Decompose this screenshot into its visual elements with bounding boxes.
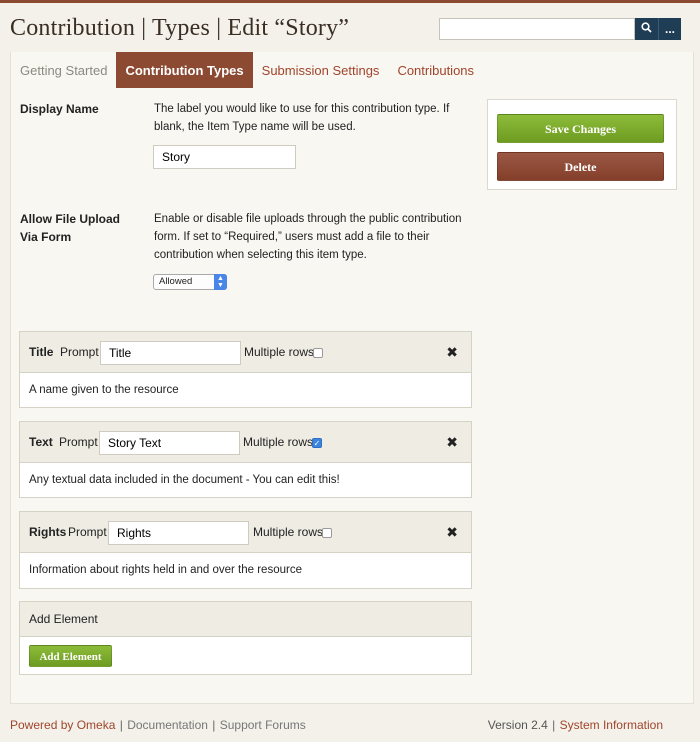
remove-element-icon[interactable]: ✖ (446, 422, 458, 463)
prompt-input[interactable] (100, 341, 241, 365)
multiple-rows-label: Multiple rows (244, 345, 315, 359)
powered-by-omeka-link[interactable]: Powered by Omeka (10, 718, 115, 732)
prompt-label: Prompt (60, 345, 99, 359)
select-arrows-icon: ▲ ▼ (214, 274, 227, 290)
delete-button[interactable]: Delete (497, 152, 664, 181)
support-forums-link[interactable]: Support Forums (220, 718, 306, 732)
multiple-rows-checkbox[interactable] (322, 528, 332, 538)
multiple-rows-label: Multiple rows (243, 435, 314, 449)
multiple-rows-checkbox[interactable] (313, 348, 323, 358)
search-input[interactable] (439, 18, 635, 40)
element-card-title: Title Prompt Multiple rows ✖ A name give… (19, 331, 472, 408)
add-element-card: Add Element Add Element (19, 601, 472, 675)
save-panel: Save Changes Delete (487, 99, 677, 190)
element-name: Rights (29, 525, 67, 539)
section-tabs: Getting Started Contribution Types Submi… (11, 52, 483, 88)
multiple-rows-label: Multiple rows (253, 525, 324, 539)
add-element-header: Add Element (20, 602, 471, 637)
header: Contribution | Types | Edit “Story” ... (0, 0, 700, 55)
element-name: Text (29, 435, 53, 449)
file-upload-description: Enable or disable file uploads through t… (154, 213, 462, 261)
version-text: Version 2.4 (487, 718, 548, 732)
file-upload-select[interactable]: Allowed ▲ ▼ (153, 274, 227, 290)
prompt-input[interactable] (99, 431, 240, 455)
display-name-description: The label you would like to use for this… (154, 103, 450, 133)
search-icon (641, 22, 652, 36)
tab-submission-settings[interactable]: Submission Settings (253, 52, 389, 88)
tab-contributions[interactable]: Contributions (388, 52, 483, 88)
remove-element-icon[interactable]: ✖ (446, 512, 458, 553)
search-bar: ... (439, 18, 681, 40)
advanced-search-button[interactable]: ... (658, 18, 681, 40)
element-description: Information about rights held in and ove… (29, 564, 302, 576)
add-element-button[interactable]: Add Element (29, 645, 112, 667)
tab-getting-started[interactable]: Getting Started (11, 52, 116, 88)
element-card-header: Text Prompt Multiple rows ✓ ✖ (20, 422, 471, 463)
footer-separator: | (212, 718, 216, 732)
multiple-rows-checkbox[interactable]: ✓ (312, 438, 322, 448)
display-name-label: Display Name (20, 102, 99, 116)
add-element-heading: Add Element (29, 612, 98, 626)
footer-version: Version 2.4 | System Information (488, 718, 663, 732)
footer-separator: | (552, 718, 556, 732)
save-changes-button[interactable]: Save Changes (497, 114, 664, 143)
footer-separator: | (119, 718, 123, 732)
prompt-label: Prompt (59, 435, 98, 449)
file-upload-label: Allow File Upload Via Form (20, 212, 121, 244)
remove-element-icon[interactable]: ✖ (446, 332, 458, 373)
element-card-header: Title Prompt Multiple rows ✖ (20, 332, 471, 373)
documentation-link[interactable]: Documentation (127, 718, 208, 732)
element-card-rights: Rights Prompt Multiple rows ✖ Informatio… (19, 511, 472, 589)
prompt-input[interactable] (108, 521, 249, 545)
footer-links: Powered by Omeka | Documentation | Suppo… (10, 718, 306, 732)
tab-contribution-types[interactable]: Contribution Types (116, 52, 253, 88)
element-card-header: Rights Prompt Multiple rows ✖ (20, 512, 471, 553)
element-card-text: Text Prompt Multiple rows ✓ ✖ Any textua… (19, 421, 472, 498)
page-title: Contribution | Types | Edit “Story” (10, 15, 350, 41)
system-information-link[interactable]: System Information (560, 718, 663, 732)
search-button[interactable] (635, 18, 658, 40)
content-panel: Getting Started Contribution Types Submi… (10, 52, 694, 704)
footer: Powered by Omeka | Documentation | Suppo… (0, 704, 700, 742)
display-name-input[interactable] (153, 145, 296, 169)
element-description: A name given to the resource (29, 384, 179, 396)
prompt-label: Prompt (68, 525, 107, 539)
file-upload-selected-value: Allowed (159, 276, 193, 287)
element-description: Any textual data included in the documen… (29, 474, 340, 486)
element-name: Title (29, 345, 54, 359)
